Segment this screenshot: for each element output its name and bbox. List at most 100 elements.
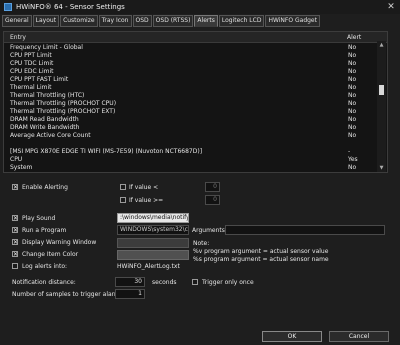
if-value-ge-label: If value >= [129,197,164,204]
tab-alerts[interactable]: Alerts [194,15,218,27]
list-item-name: Frequency Limit - Global [10,44,83,51]
list-item-alert: No [348,60,357,67]
play-sound-checkbox[interactable]: ✕ [12,215,18,222]
tab-osd-rtss[interactable]: OSD (RTSS) [152,15,194,27]
list-item[interactable]: CPU PPT FAST Limit No [4,76,387,84]
ge-value-field[interactable]: 0 [205,195,220,205]
samples-label: Number of samples to trigger alarm: [12,291,122,298]
list-item[interactable]: CPU TDC Limit No [4,60,387,68]
column-alert[interactable]: Alert [347,34,361,41]
if-value-ge-checkbox[interactable] [120,197,126,203]
list-item[interactable]: CPU PPT Limit No [4,52,387,60]
list-item-name: DRAM Read Bandwidth [10,116,79,123]
run-program-label: Run a Program [22,227,67,234]
tab-tray-icon[interactable]: Tray Icon [98,15,132,27]
list-item-alert: No [348,68,357,75]
list-item-name: CPU EDC Limit [10,68,54,75]
list-item-alert: No [348,116,357,123]
display-warning-checkbox[interactable]: ✕ [12,239,18,246]
list-item-name: Thermal Throttling (HTC) [10,92,85,99]
scroll-down-icon[interactable]: ▼ [377,164,386,172]
list-item-name: CPU [10,156,23,163]
list-item[interactable] [4,140,387,148]
list-item-alert: No [348,132,357,139]
change-color-label: Change Item Color [22,251,79,258]
warning-style-box[interactable] [117,238,189,248]
sensor-list[interactable]: Entry Alert Frequency Limit - Global No CP… [3,31,388,173]
log-alerts-checkbox[interactable] [12,263,18,269]
list-item[interactable]: Thermal Throttling (HTC) No [4,92,387,100]
column-entry[interactable]: Entry [10,34,26,41]
list-item-alert: No [348,108,357,115]
tab-osd[interactable]: OSD [132,15,152,27]
list-item-alert: No [348,44,357,51]
tab-hwinfo-gadget[interactable]: HWiNFO Gadget [265,15,320,27]
if-value-lt-checkbox[interactable] [120,184,126,190]
list-item[interactable]: DRAM Write Bandwidth No [4,124,387,132]
list-item-name: CPU PPT Limit [10,52,52,59]
list-item[interactable]: CPU EDC Limit No [4,68,387,76]
app-icon [4,3,12,11]
tab-layout[interactable]: Layout [32,15,60,27]
tab-logitech-lcd[interactable]: Logitech LCD [218,15,265,27]
distance-unit: seconds [152,279,177,286]
list-item[interactable]: Average Active Core Count No [4,132,387,140]
item-color-swatch[interactable] [117,250,189,260]
list-item[interactable]: Thermal Throttling (PROCHOT CPU) No [4,100,387,108]
list-item-name: Average Active Core Count [10,132,91,139]
list-item[interactable]: Frequency Limit - Global No [4,44,387,52]
list-item-alert: No [348,92,357,99]
list-item-alert: Yes [348,156,358,163]
change-color-checkbox[interactable]: ✕ [12,251,18,258]
note-line-name: %s program argument = actual sensor name [193,256,329,263]
list-item-name: Thermal Limit [10,84,52,91]
scroll-up-icon[interactable]: ▲ [377,41,386,49]
display-warning-label: Display Warning Window [22,239,97,246]
note-line-value: %v program argument = actual sensor valu… [193,248,329,255]
sound-path-field[interactable]: :\windows\media\notify.wa [117,213,189,223]
list-item[interactable]: DRAM Read Bandwidth No [4,116,387,124]
enable-alerting-label: Enable Alerting [22,184,68,191]
trigger-once-checkbox[interactable] [192,279,198,285]
distance-label: Notification distance: [12,279,76,286]
lt-value-field[interactable]: 0 [205,182,220,192]
list-item-alert: No [348,164,357,171]
arguments-field[interactable] [225,225,385,235]
list-item-alert: No [348,124,357,131]
cancel-button[interactable]: Cancel [329,331,389,342]
list-item[interactable]: CPU Yes [4,156,387,164]
tab-strip: General Layout Customize Tray Icon OSD O… [2,15,321,27]
list-item[interactable]: System No [4,164,387,172]
list-item-alert: No [348,52,357,59]
tab-general[interactable]: General [2,15,32,27]
ok-button[interactable]: OK [262,331,322,342]
list-item-name: CPU TDC Limit [10,60,54,67]
list-item[interactable]: Thermal Throttling (PROCHOT EXT) No [4,108,387,116]
window-title: HWiNFO® 64 - Sensor Settings [16,3,125,11]
list-item[interactable]: [MSI MPG X870E EDGE TI WIFI (MS-7E59) (N… [4,148,387,156]
trigger-once-label: Trigger only once [202,279,254,286]
note-title: Note: [193,240,210,247]
if-value-lt-label: If value < [129,184,159,191]
list-item-alert: No [348,84,357,91]
list-item-name: CPU PPT FAST Limit [10,76,69,83]
list-item-name: System [10,164,33,171]
scroll-thumb[interactable] [379,85,384,95]
log-file-field[interactable]: HWiNFO_AlertLog.txt [117,263,180,270]
samples-field[interactable]: 1 [115,289,145,299]
run-program-checkbox[interactable]: ✕ [12,227,18,234]
list-header: Entry Alert [4,32,387,43]
list-item-alert: No [348,100,357,107]
list-scrollbar[interactable]: ▲ ▼ [377,41,386,172]
list-item-name: DRAM Write Bandwidth [10,124,80,131]
list-item[interactable]: Thermal Limit No [4,84,387,92]
log-alerts-label: Log alerts into: [22,263,68,270]
program-path-field[interactable]: WINDOWS\system32\cmd. [117,225,189,235]
close-icon[interactable]: ✕ [385,1,397,13]
tab-customize[interactable]: Customize [60,15,98,27]
list-item-name: Thermal Throttling (PROCHOT CPU) [10,100,117,107]
list-item-alert: No [348,76,357,83]
distance-field[interactable]: 30 [115,277,145,287]
list-item-name: [MSI MPG X870E EDGE TI WIFI (MS-7E59) (N… [10,148,203,155]
enable-alerting-checkbox[interactable]: ✕ [12,184,18,191]
